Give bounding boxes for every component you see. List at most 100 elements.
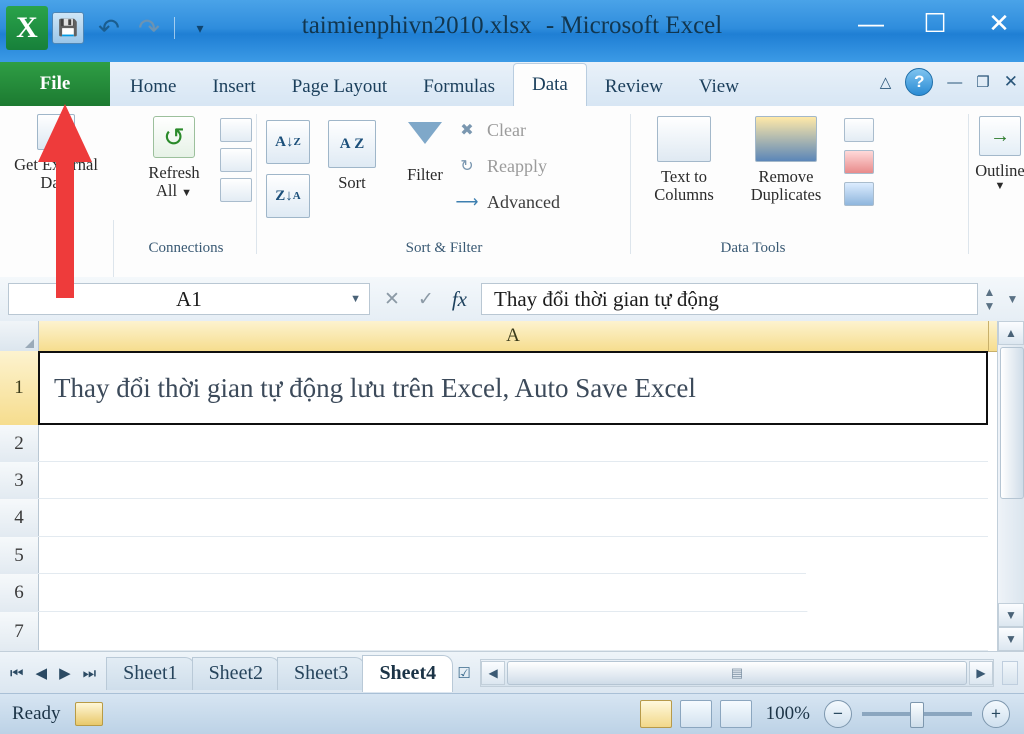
edit-links-icon[interactable] xyxy=(220,178,252,202)
close-button[interactable]: ✕ xyxy=(982,6,1016,40)
formula-bar-buttons: ✕ ✓ fx xyxy=(384,287,467,312)
minimize-ribbon-icon[interactable]: — xyxy=(947,74,962,91)
ribbon: Get External Data ↺ Refresh All ▼ Connect… xyxy=(0,106,1024,360)
row-header-4[interactable]: 4 xyxy=(0,499,39,538)
tab-home[interactable]: Home xyxy=(112,68,194,106)
properties-icon[interactable] xyxy=(220,148,252,172)
grid-row-3[interactable] xyxy=(38,462,988,499)
horizontal-scroll-thumb[interactable]: ▤ xyxy=(507,661,967,685)
outline-dropdown-icon[interactable]: ▼ xyxy=(995,180,1006,192)
hscroll-right-button[interactable]: ▶ xyxy=(969,661,993,685)
help-icon[interactable]: ? xyxy=(905,68,934,96)
scroll-up-button[interactable]: ▲ xyxy=(998,321,1024,345)
row-header-2[interactable]: 2 xyxy=(0,425,39,463)
ribbon-expand-icon[interactable]: △ xyxy=(880,73,892,91)
scroll-page-down-button[interactable]: ▼ xyxy=(998,627,1024,651)
tab-page-layout[interactable]: Page Layout xyxy=(274,68,406,106)
grid-row-4[interactable] xyxy=(38,499,988,537)
text-to-columns-button[interactable]: Text to Columns xyxy=(640,116,728,205)
row-header-1[interactable]: 1 xyxy=(0,351,39,426)
clear-icon: ✖ xyxy=(460,122,474,139)
ribbon-group-sort-filter: A↓ Z Z↓ A A Z Sort Filter ✖ Clear ↻ Reappl… xyxy=(258,106,630,256)
text-to-columns-label: Text to Columns xyxy=(654,167,714,205)
zoom-in-button[interactable]: + xyxy=(982,700,1010,728)
vertical-scroll-thumb[interactable] xyxy=(1000,347,1024,499)
formula-bar-spinner-icon[interactable]: ▲ ▼ xyxy=(984,285,996,313)
zoom-out-button[interactable]: − xyxy=(824,700,852,728)
sheet-tab-sheet1[interactable]: Sheet1 xyxy=(106,656,195,690)
horizontal-scrollbar[interactable]: ◀ ▤ ▶ xyxy=(480,659,994,687)
scroll-down-button[interactable]: ▼ xyxy=(998,603,1024,627)
sort-descending-icon[interactable]: Z↓ A xyxy=(266,174,310,218)
row-header-5[interactable]: 5 xyxy=(0,537,39,575)
cancel-edit-icon[interactable]: ✕ xyxy=(384,288,400,311)
ribbon-group-get-external-data: Get External Data xyxy=(0,106,112,256)
normal-view-button[interactable] xyxy=(639,700,672,728)
tab-data[interactable]: Data xyxy=(513,63,587,106)
view-buttons xyxy=(639,700,752,728)
next-sheet-button[interactable]: ▶ xyxy=(59,664,71,682)
sort-ascending-icon[interactable]: A↓ Z xyxy=(266,120,310,164)
zoom-level[interactable]: 100% xyxy=(766,703,810,725)
advanced-button[interactable]: ⟶ Advanced xyxy=(456,184,628,220)
consolidate-icon[interactable] xyxy=(844,150,874,174)
row-header-7[interactable]: 7 xyxy=(0,612,39,652)
grid-row-7[interactable] xyxy=(38,612,988,651)
data-validation-icon[interactable] xyxy=(844,118,874,142)
get-external-data-button[interactable]: Get External Data xyxy=(4,114,108,193)
hscroll-left-button[interactable]: ◀ xyxy=(481,661,506,685)
blank-overlay xyxy=(806,557,996,615)
row-header-6[interactable]: 6 xyxy=(0,574,39,613)
confirm-edit-icon[interactable]: ✓ xyxy=(418,288,434,311)
sort-filter-group-label: Sort & Filter xyxy=(405,240,483,256)
select-all-corner[interactable] xyxy=(0,321,39,351)
expand-formula-bar-icon[interactable]: ▼ xyxy=(1007,292,1019,306)
sort-button[interactable]: A Z Sort xyxy=(318,120,386,192)
tab-review[interactable]: Review xyxy=(587,68,681,106)
formula-input[interactable]: Thay đổi thời gian tự động xyxy=(481,283,978,315)
zoom-slider[interactable] xyxy=(862,702,972,728)
reapply-button[interactable]: ↻ Reapply xyxy=(456,148,628,184)
tab-insert[interactable]: Insert xyxy=(194,68,273,106)
cell-a1[interactable]: Thay đổi thời gian tự động lưu trên Exce… xyxy=(38,351,988,425)
first-sheet-button[interactable]: ⏮ xyxy=(10,665,24,682)
clear-button[interactable]: ✖ Clear xyxy=(456,112,628,148)
insert-worksheet-icon[interactable]: ☑ xyxy=(450,659,478,687)
minimize-button[interactable]: — xyxy=(854,6,888,40)
outline-button[interactable]: → Outline ▼ xyxy=(975,116,1024,193)
restore-window-icon[interactable]: ❐ xyxy=(976,73,989,91)
page-break-preview-button[interactable] xyxy=(719,700,752,728)
external-data-icon xyxy=(37,114,75,150)
sheet-tab-sheet3[interactable]: Sheet3 xyxy=(277,656,366,690)
page-layout-view-button[interactable] xyxy=(679,700,712,728)
name-box[interactable]: A1 ▼ xyxy=(8,283,370,315)
what-if-analysis-icon[interactable] xyxy=(844,182,874,206)
tab-formulas[interactable]: Formulas xyxy=(405,68,513,106)
tab-view[interactable]: View xyxy=(681,68,757,106)
maximize-button[interactable]: ☐ xyxy=(918,6,952,40)
grid-row-2[interactable] xyxy=(38,425,988,462)
column-header-a[interactable]: A xyxy=(38,321,989,351)
remove-duplicates-button[interactable]: Remove Duplicates xyxy=(732,116,840,205)
data-tools-group-label: Data Tools xyxy=(720,240,786,256)
sort-dialog-icon: A Z xyxy=(328,120,376,168)
close-workbook-icon[interactable]: ✕ xyxy=(1004,72,1018,92)
split-handle[interactable] xyxy=(1002,661,1018,685)
insert-function-icon[interactable]: fx xyxy=(452,287,467,312)
sheet-tab-sheet2[interactable]: Sheet2 xyxy=(191,656,280,690)
refresh-all-button[interactable]: ↺ Refresh All ▼ xyxy=(132,116,216,201)
ribbon-group-data-tools: Text to Columns Remove Duplicates Data Too… xyxy=(632,106,970,256)
zoom-slider-thumb[interactable] xyxy=(910,702,924,728)
vertical-scrollbar[interactable]: ▲ ▼ ▼ xyxy=(997,321,1024,651)
connections-icon[interactable] xyxy=(220,118,252,142)
refresh-icon: ↺ xyxy=(153,116,195,158)
record-macro-icon[interactable] xyxy=(74,702,103,726)
sheet-tab-sheet4[interactable]: Sheet4 xyxy=(362,654,454,692)
previous-sheet-button[interactable]: ◀ xyxy=(36,664,48,682)
tab-file[interactable]: File xyxy=(0,62,110,106)
sheet-tab-bar: ⏮ ◀ ▶ ⏭ Sheet1 Sheet2 Sheet3 Sheet4 ☑ ◀ … xyxy=(0,651,1024,694)
row-header-3[interactable]: 3 xyxy=(0,462,39,500)
last-sheet-button[interactable]: ⏭ xyxy=(83,665,97,682)
chevron-down-icon[interactable]: ▼ xyxy=(350,293,361,305)
filter-button[interactable]: Filter xyxy=(394,122,456,184)
